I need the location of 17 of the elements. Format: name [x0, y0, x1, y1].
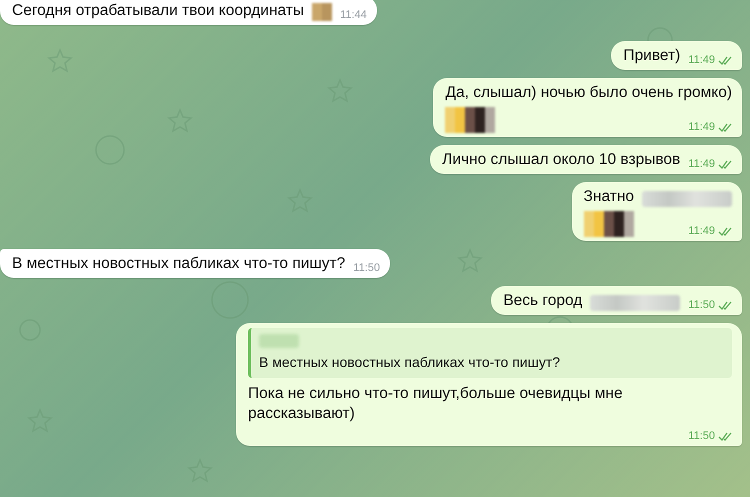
message-text: Знатно	[584, 187, 634, 207]
message-time: 11:50	[353, 262, 380, 274]
message-time: 11:49	[688, 158, 715, 170]
message-time: 11:49	[688, 54, 715, 66]
message-text: Да, слышал) ночью было очень громко)	[445, 83, 732, 103]
message-text: Привет)	[623, 46, 680, 66]
quoted-text: В местных новостных пабликах что-то пишут?	[259, 353, 562, 372]
message-text: Весь город	[503, 291, 582, 311]
message-text: Лично слышал около 10 взрывов	[442, 150, 680, 170]
message-time: 11:49	[688, 225, 715, 237]
message-text: Пока не сильно что-то пишут,больше очевидцы мне рассказывают)	[248, 385, 623, 422]
message-time: 11:49	[688, 121, 715, 133]
message-time: 11:50	[688, 299, 715, 311]
message-text: Сегодня отрабатывали твои координаты	[12, 1, 304, 21]
message-time: 11:44	[340, 9, 367, 21]
message-time: 11:50	[688, 430, 715, 442]
message-text: В местных новостных пабликах что-то пишут?	[12, 254, 346, 274]
